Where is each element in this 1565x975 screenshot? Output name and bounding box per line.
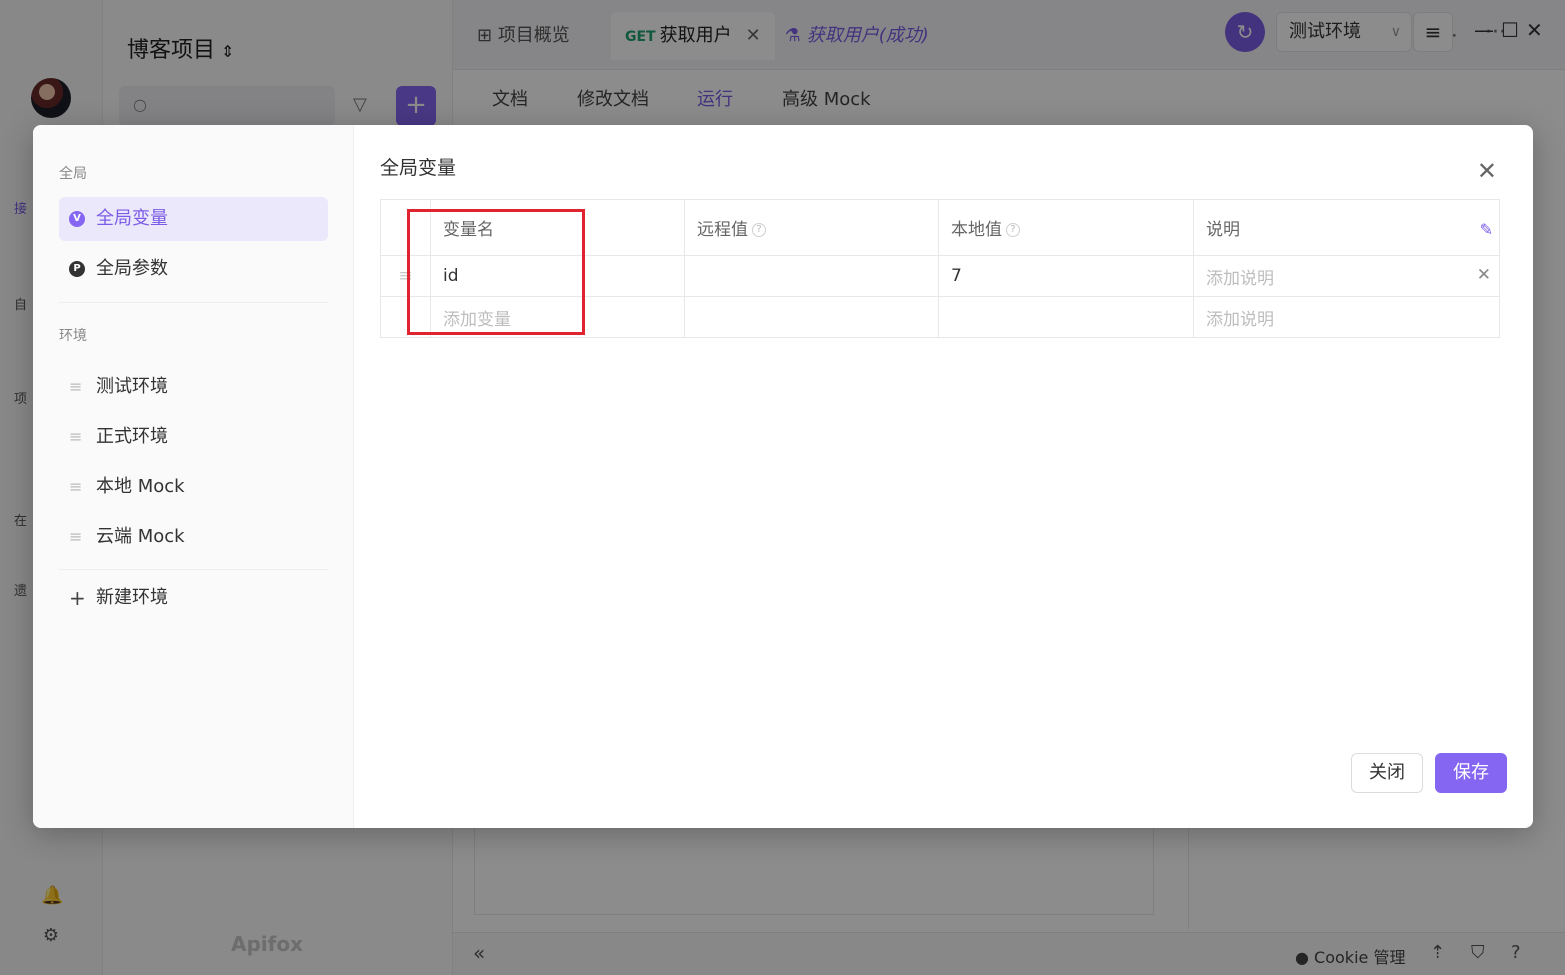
divider [59, 302, 328, 303]
close-icon[interactable]: ✕ [1477, 159, 1497, 183]
delete-row-icon[interactable]: ✕ [1477, 265, 1491, 285]
dialog-sidebar: 全局 V 全局变量 P 全局参数 环境 ≡ 测试环境 ≡ 正式环境 ≡ 本地 Mock… [33, 125, 354, 828]
close-button[interactable]: 关闭 [1351, 753, 1423, 793]
variables-table: 变量名 远程值? 本地值? 说明 ✎ ≡ id 7 添加说明 ✕ 添加变量 添加说明 [380, 199, 1500, 338]
table-header-row: 变量名 远程值? 本地值? 说明 ✎ [380, 199, 1500, 256]
help-icon[interactable]: ? [1006, 223, 1020, 237]
save-button[interactable]: 保存 [1435, 753, 1507, 793]
bulk-edit-icon[interactable]: ✎ [1480, 220, 1493, 239]
new-remote-value-cell[interactable] [684, 296, 939, 338]
global-variables-dialog: 全局 V 全局变量 P 全局参数 环境 ≡ 测试环境 ≡ 正式环境 ≡ 本地 Mock… [33, 125, 1533, 828]
sidebar-item-env-prod[interactable]: ≡ 正式环境 [59, 415, 328, 459]
group-label-env: 环境 [59, 328, 87, 344]
dialog-title: 全局变量 [380, 157, 457, 179]
sidebar-item-env-test[interactable]: ≡ 测试环境 [59, 365, 328, 409]
remote-value-cell[interactable] [684, 255, 939, 297]
table-row: ≡ id 7 添加说明 ✕ [380, 255, 1500, 297]
handle-header [380, 199, 431, 256]
header-remote: 远程值? [684, 199, 939, 256]
new-description-cell[interactable]: 添加说明 [1193, 296, 1500, 338]
new-local-value-cell[interactable] [938, 296, 1194, 338]
help-icon[interactable]: ? [752, 223, 766, 237]
variable-icon: V [69, 211, 85, 227]
handle-cell [380, 296, 431, 338]
table-row-new: 添加变量 添加说明 [380, 296, 1500, 338]
group-label-global: 全局 [59, 166, 87, 182]
header-desc: 说明 ✎ [1193, 199, 1500, 256]
param-icon: P [69, 261, 85, 277]
drag-handle-icon: ≡ [69, 527, 83, 546]
sidebar-item-global-params[interactable]: P 全局参数 [59, 247, 328, 291]
drag-handle-icon: ≡ [69, 377, 83, 396]
plus-icon: + [69, 586, 86, 610]
drag-handle-icon[interactable]: ≡ [380, 255, 431, 297]
description-cell[interactable]: 添加说明 ✕ [1193, 255, 1500, 297]
variable-name-cell[interactable]: id [430, 255, 685, 297]
dialog-content: 全局变量 ✕ 变量名 远程值? 本地值? 说明 ✎ ≡ id 7 添加说明 ✕ 添加… [354, 125, 1533, 828]
sidebar-item-env-local-mock[interactable]: ≡ 本地 Mock [59, 465, 328, 509]
sidebar-item-global-variables[interactable]: V 全局变量 [59, 197, 328, 241]
drag-handle-icon: ≡ [69, 427, 83, 446]
header-local: 本地值? [938, 199, 1194, 256]
new-variable-name-cell[interactable]: 添加变量 [430, 296, 685, 338]
new-environment-button[interactable]: + 新建环境 [59, 576, 328, 620]
divider [59, 569, 328, 570]
sidebar-item-env-cloud-mock[interactable]: ≡ 云端 Mock [59, 515, 328, 559]
local-value-cell[interactable]: 7 [938, 255, 1194, 297]
header-name: 变量名 [430, 199, 685, 256]
drag-handle-icon: ≡ [69, 477, 83, 496]
